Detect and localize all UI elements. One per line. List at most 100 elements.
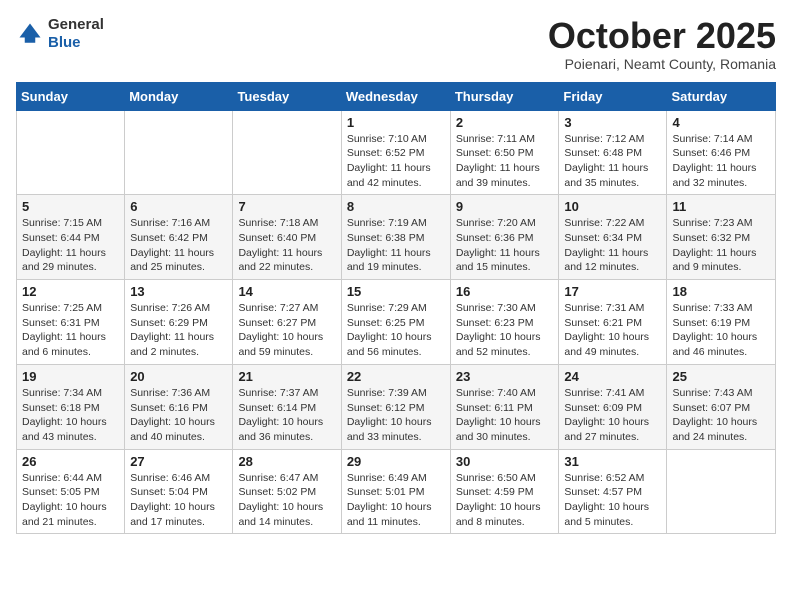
day-info: Sunrise: 7:43 AM Sunset: 6:07 PM Dayligh…: [672, 386, 770, 445]
day-number: 19: [22, 369, 119, 384]
calendar-cell: [125, 110, 233, 195]
calendar-cell: 22Sunrise: 7:39 AM Sunset: 6:12 PM Dayli…: [341, 364, 450, 449]
day-info: Sunrise: 7:16 AM Sunset: 6:42 PM Dayligh…: [130, 216, 227, 275]
calendar-cell: 12Sunrise: 7:25 AM Sunset: 6:31 PM Dayli…: [17, 280, 125, 365]
title-block: October 2025 Poienari, Neamt County, Rom…: [548, 16, 776, 72]
col-header-wednesday: Wednesday: [341, 82, 450, 110]
day-number: 31: [564, 454, 661, 469]
day-number: 6: [130, 199, 227, 214]
calendar-cell: 13 Sunrise: 7:26 AM Sunset: 6:29 PM Dayli…: [125, 280, 233, 365]
calendar-cell: 14 Sunrise: 7:27 AM Sunset: 6:27 PM Dayli…: [233, 280, 341, 365]
calendar-cell: 8Sunrise: 7:19 AM Sunset: 6:38 PM Daylig…: [341, 195, 450, 280]
day-info: Sunrise: 7:31 AM Sunset: 6:21 PM Dayligh…: [564, 301, 661, 360]
day-info: Sunrise: 7:33 AM Sunset: 6:19 PM Dayligh…: [672, 301, 770, 360]
calendar-cell: 26 Sunrise: 6:44 AM Sunset: 5:05 PM Dayli…: [17, 449, 125, 534]
day-info: Sunrise: 7:41 AM Sunset: 6:09 PM Dayligh…: [564, 386, 661, 445]
calendar-cell: 10 Sunrise: 7:22 AM Sunset: 6:34 PM Dayli…: [559, 195, 667, 280]
day-number: 7: [238, 199, 335, 214]
day-number: 20: [130, 369, 227, 384]
day-info: Sunrise: 6:44 AM Sunset: 5:05 PM Dayligh…: [22, 471, 119, 530]
calendar-cell: [233, 110, 341, 195]
logo-blue: Blue: [48, 34, 81, 51]
logo-icon: [16, 20, 44, 48]
day-info: Sunrise: 7:20 AM Sunset: 6:36 PM Dayligh…: [456, 216, 554, 275]
calendar-cell: 7 Sunrise: 7:18 AM Sunset: 6:40 PM Daylig…: [233, 195, 341, 280]
day-number: 3: [564, 115, 661, 130]
calendar-cell: 30 Sunrise: 6:50 AM Sunset: 4:59 PM Dayli…: [450, 449, 559, 534]
month-title: October 2025: [548, 16, 776, 56]
day-number: 4: [672, 115, 770, 130]
calendar-cell: 4 Sunrise: 7:14 AM Sunset: 6:46 PM Daylig…: [667, 110, 776, 195]
calendar-cell: 21 Sunrise: 7:37 AM Sunset: 6:14 PM Dayli…: [233, 364, 341, 449]
week-row-2: 12Sunrise: 7:25 AM Sunset: 6:31 PM Dayli…: [17, 280, 776, 365]
calendar-cell: 25 Sunrise: 7:43 AM Sunset: 6:07 PM Dayli…: [667, 364, 776, 449]
day-number: 5: [22, 199, 119, 214]
day-number: 23: [456, 369, 554, 384]
day-number: 28: [238, 454, 335, 469]
calendar-cell: 27 Sunrise: 6:46 AM Sunset: 5:04 PM Dayli…: [125, 449, 233, 534]
calendar-cell: 6 Sunrise: 7:16 AM Sunset: 6:42 PM Daylig…: [125, 195, 233, 280]
logo-text: General Blue: [48, 16, 104, 52]
day-number: 14: [238, 284, 335, 299]
day-info: Sunrise: 7:19 AM Sunset: 6:38 PM Dayligh…: [347, 216, 445, 275]
day-info: Sunrise: 6:52 AM Sunset: 4:57 PM Dayligh…: [564, 471, 661, 530]
calendar-cell: 28 Sunrise: 6:47 AM Sunset: 5:02 PM Dayli…: [233, 449, 341, 534]
day-info: Sunrise: 6:50 AM Sunset: 4:59 PM Dayligh…: [456, 471, 554, 530]
day-info: Sunrise: 7:26 AM Sunset: 6:29 PM Dayligh…: [130, 301, 227, 360]
calendar-cell: 2 Sunrise: 7:11 AM Sunset: 6:50 PM Daylig…: [450, 110, 559, 195]
col-header-sunday: Sunday: [17, 82, 125, 110]
calendar-table: SundayMondayTuesdayWednesdayThursdayFrid…: [16, 82, 776, 535]
week-row-3: 19Sunrise: 7:34 AM Sunset: 6:18 PM Dayli…: [17, 364, 776, 449]
day-number: 15: [347, 284, 445, 299]
day-info: Sunrise: 6:46 AM Sunset: 5:04 PM Dayligh…: [130, 471, 227, 530]
col-header-monday: Monday: [125, 82, 233, 110]
day-info: Sunrise: 7:14 AM Sunset: 6:46 PM Dayligh…: [672, 132, 770, 191]
calendar-cell: [667, 449, 776, 534]
day-number: 10: [564, 199, 661, 214]
header: General Blue October 2025 Poienari, Neam…: [16, 16, 776, 72]
day-number: 1: [347, 115, 445, 130]
day-number: 22: [347, 369, 445, 384]
day-number: 18: [672, 284, 770, 299]
day-info: Sunrise: 6:47 AM Sunset: 5:02 PM Dayligh…: [238, 471, 335, 530]
day-number: 24: [564, 369, 661, 384]
day-number: 27: [130, 454, 227, 469]
logo-general: General: [48, 16, 104, 33]
day-info: Sunrise: 7:27 AM Sunset: 6:27 PM Dayligh…: [238, 301, 335, 360]
day-info: Sunrise: 7:12 AM Sunset: 6:48 PM Dayligh…: [564, 132, 661, 191]
day-info: Sunrise: 6:49 AM Sunset: 5:01 PM Dayligh…: [347, 471, 445, 530]
day-info: Sunrise: 7:37 AM Sunset: 6:14 PM Dayligh…: [238, 386, 335, 445]
day-info: Sunrise: 7:11 AM Sunset: 6:50 PM Dayligh…: [456, 132, 554, 191]
day-info: Sunrise: 7:22 AM Sunset: 6:34 PM Dayligh…: [564, 216, 661, 275]
calendar-cell: 15 Sunrise: 7:29 AM Sunset: 6:25 PM Dayli…: [341, 280, 450, 365]
calendar-header-row: SundayMondayTuesdayWednesdayThursdayFrid…: [17, 82, 776, 110]
calendar-cell: 5Sunrise: 7:15 AM Sunset: 6:44 PM Daylig…: [17, 195, 125, 280]
day-number: 16: [456, 284, 554, 299]
day-number: 17: [564, 284, 661, 299]
week-row-1: 5Sunrise: 7:15 AM Sunset: 6:44 PM Daylig…: [17, 195, 776, 280]
calendar-cell: 31 Sunrise: 6:52 AM Sunset: 4:57 PM Dayli…: [559, 449, 667, 534]
calendar-cell: 17 Sunrise: 7:31 AM Sunset: 6:21 PM Dayli…: [559, 280, 667, 365]
calendar-cell: 24 Sunrise: 7:41 AM Sunset: 6:09 PM Dayli…: [559, 364, 667, 449]
calendar-cell: [17, 110, 125, 195]
day-number: 25: [672, 369, 770, 384]
day-info: Sunrise: 7:23 AM Sunset: 6:32 PM Dayligh…: [672, 216, 770, 275]
day-info: Sunrise: 7:40 AM Sunset: 6:11 PM Dayligh…: [456, 386, 554, 445]
col-header-thursday: Thursday: [450, 82, 559, 110]
day-number: 30: [456, 454, 554, 469]
week-row-4: 26 Sunrise: 6:44 AM Sunset: 5:05 PM Dayli…: [17, 449, 776, 534]
calendar-cell: 3 Sunrise: 7:12 AM Sunset: 6:48 PM Daylig…: [559, 110, 667, 195]
day-number: 2: [456, 115, 554, 130]
col-header-saturday: Saturday: [667, 82, 776, 110]
day-info: Sunrise: 7:30 AM Sunset: 6:23 PM Dayligh…: [456, 301, 554, 360]
col-header-friday: Friday: [559, 82, 667, 110]
day-info: Sunrise: 7:29 AM Sunset: 6:25 PM Dayligh…: [347, 301, 445, 360]
col-header-tuesday: Tuesday: [233, 82, 341, 110]
day-number: 9: [456, 199, 554, 214]
day-number: 12: [22, 284, 119, 299]
day-number: 21: [238, 369, 335, 384]
day-number: 29: [347, 454, 445, 469]
day-number: 13: [130, 284, 227, 299]
day-number: 26: [22, 454, 119, 469]
day-info: Sunrise: 7:18 AM Sunset: 6:40 PM Dayligh…: [238, 216, 335, 275]
